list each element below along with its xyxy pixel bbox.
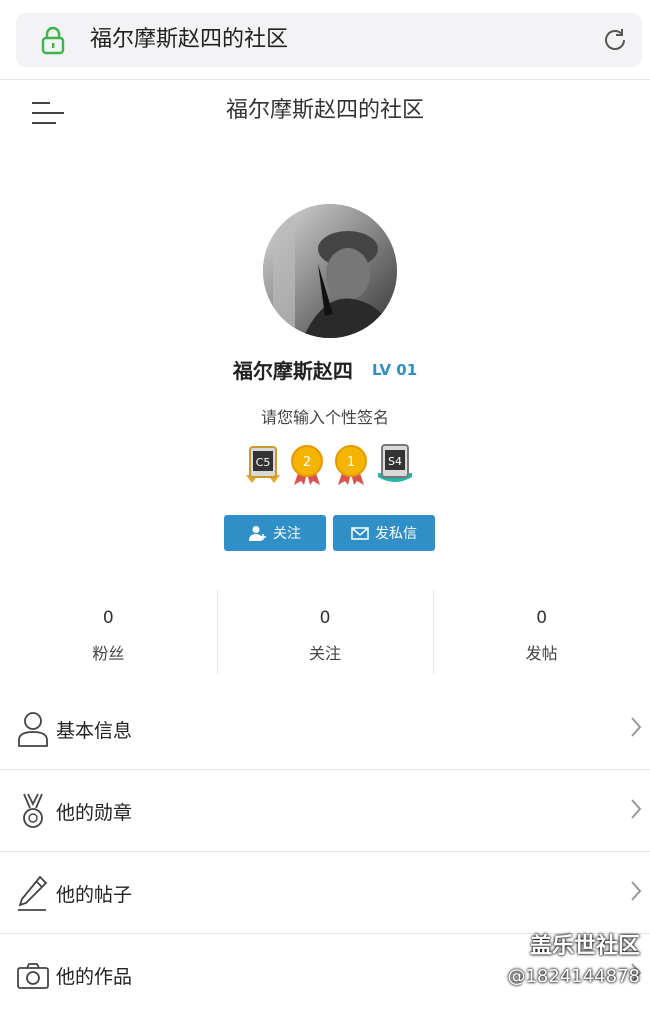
watermark-handle: @1824144878 — [507, 966, 640, 987]
svg-text:S4: S4 — [388, 455, 402, 468]
signature: 请您输入个性签名 — [260, 408, 389, 427]
page-header: 福尔摩斯赵四的社区 — [0, 80, 650, 144]
svg-text:2: 2 — [303, 455, 311, 470]
name-row: 福尔摩斯赵四 LV 01 — [0, 355, 650, 387]
lock-icon — [41, 26, 65, 55]
menu-item-label: 他的勋章 — [56, 802, 133, 824]
chevron-right-icon — [631, 717, 642, 737]
stat-value: 0 — [102, 608, 114, 628]
watermark: 盖乐世社区 @1824144878 — [507, 928, 640, 987]
address-text[interactable]: 福尔摩斯赵四的社区 — [90, 25, 288, 55]
medal-icon — [23, 793, 43, 828]
stat-fans[interactable]: 0 粉丝 — [0, 590, 217, 674]
avatar — [263, 204, 397, 338]
reload-icon[interactable] — [600, 25, 630, 55]
gold-medal-icon[interactable]: 2 — [288, 443, 326, 485]
chevron-right-icon — [631, 799, 642, 819]
user-icon — [18, 712, 48, 747]
gold-medal-icon[interactable]: 1 — [332, 443, 370, 485]
mail-icon — [351, 527, 369, 540]
page-title: 福尔摩斯赵四的社区 — [225, 98, 424, 123]
menu-item-label: 他的帖子 — [56, 884, 133, 906]
menu-item-medals[interactable]: 他的勋章 — [0, 770, 650, 852]
chevron-right-icon — [631, 881, 642, 901]
stat-value: 0 — [536, 608, 548, 628]
menu-item-label: 他的作品 — [56, 966, 133, 988]
stat-label: 关注 — [309, 644, 342, 663]
camera-icon — [17, 963, 49, 989]
username: 福尔摩斯赵四 — [232, 359, 353, 383]
pencil-icon — [18, 875, 48, 911]
address-bar[interactable]: 福尔摩斯赵四的社区 — [16, 13, 642, 67]
stat-label: 粉丝 — [92, 644, 125, 663]
c5-badge-icon[interactable]: C5 — [244, 443, 282, 485]
stats-bar: 0 粉丝 0 关注 0 发帖 — [0, 590, 650, 674]
level-badge: LV 01 — [371, 360, 418, 379]
message-button[interactable]: 发私信 — [333, 515, 435, 551]
message-button-label: 发私信 — [375, 526, 417, 542]
stat-value: 0 — [319, 608, 331, 628]
follow-button[interactable]: 关注 — [224, 515, 326, 551]
svg-text:C5: C5 — [256, 456, 271, 469]
menu-item-basic-info[interactable]: 基本信息 — [0, 688, 650, 770]
stat-following[interactable]: 0 关注 — [216, 590, 434, 674]
badge-row: C5 2 1 S4 — [244, 443, 416, 485]
menu-item-posts[interactable]: 他的帖子 — [0, 852, 650, 934]
browser-address-area: 福尔摩斯赵四的社区 — [0, 0, 650, 80]
s4-badge-icon[interactable]: S4 — [376, 443, 414, 485]
menu-item-label: 基本信息 — [56, 720, 133, 742]
follow-button-label: 关注 — [273, 526, 301, 542]
watermark-title: 盖乐世社区 — [529, 934, 640, 959]
stat-posts[interactable]: 0 发帖 — [433, 590, 650, 674]
add-user-icon — [249, 526, 266, 541]
svg-text:1: 1 — [347, 455, 355, 470]
stat-label: 发帖 — [525, 644, 558, 663]
